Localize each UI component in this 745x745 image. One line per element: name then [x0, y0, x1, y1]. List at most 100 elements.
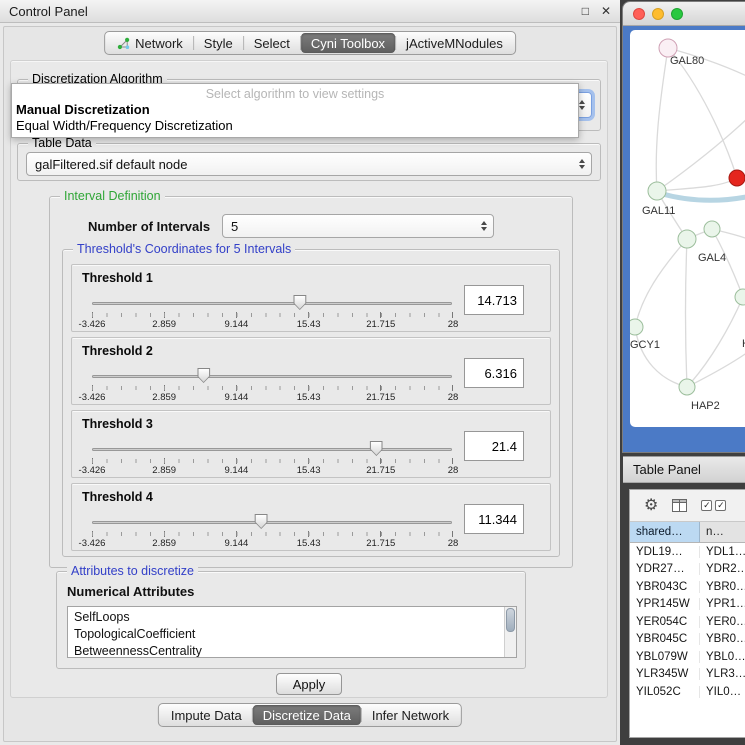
scale-label: 21.715 — [366, 538, 395, 549]
dropdown-options: Manual DiscretizationEqual Width/Frequen… — [12, 102, 578, 134]
top-tab-bar: Network StyleSelectCyni ToolboxjActiveMNo… — [104, 31, 516, 55]
network-node[interactable] — [648, 182, 666, 200]
table-data-select[interactable]: galFiltered.sif default node — [26, 152, 592, 176]
threshold-value-field[interactable]: 21.4 — [464, 431, 524, 461]
threshold-slider[interactable] — [92, 441, 452, 457]
tab-impute-data[interactable]: Impute Data — [161, 705, 252, 725]
slider-thumb[interactable] — [255, 514, 268, 529]
slider-minor-ticks — [92, 386, 453, 390]
table-row[interactable]: YLR345W YLR3… — [630, 666, 745, 684]
column-header-name[interactable]: n… — [700, 522, 745, 542]
threshold-slider[interactable] — [92, 368, 452, 384]
threshold-value-field[interactable]: 6.316 — [464, 358, 524, 388]
slider-thumb[interactable] — [197, 368, 210, 383]
slider-thumb[interactable] — [370, 441, 383, 456]
scale-label: 9.144 — [225, 538, 249, 549]
threshold-row: Threshold 1 -3.4262.8599.14415.4321.7152… — [71, 264, 551, 332]
select-columns-icon[interactable]: ✓ ✓ — [701, 500, 726, 511]
attribute-item[interactable]: BetweennessCentrality — [74, 643, 516, 658]
network-node[interactable] — [678, 230, 696, 248]
network-node-label: GAL80 — [670, 55, 704, 67]
scale-label: 2.859 — [152, 465, 176, 476]
list-scrollbar[interactable] — [504, 607, 516, 657]
threshold-label: Threshold 3 — [82, 417, 153, 431]
attribute-item[interactable]: TopologicalCoefficient — [74, 626, 516, 643]
dropdown-option[interactable]: Manual Discretization — [12, 102, 578, 118]
table-row[interactable]: YBR043C YBR0… — [630, 578, 745, 596]
scale-label: 15.43 — [297, 538, 321, 549]
network-node[interactable] — [704, 221, 720, 237]
tab-infer-network[interactable]: Infer Network — [362, 705, 459, 725]
checkbox-icon: ✓ — [715, 500, 726, 511]
slider-track[interactable] — [92, 448, 452, 451]
table-row[interactable]: YIL052C YIL0… — [630, 683, 745, 701]
network-node[interactable] — [735, 289, 745, 305]
network-node[interactable] — [630, 319, 643, 335]
close-traffic-light-icon[interactable] — [633, 8, 645, 20]
scale-label: 2.859 — [152, 538, 176, 549]
minimize-traffic-light-icon[interactable] — [652, 8, 664, 20]
attribute-items: SelfLoopsTopologicalCoefficientBetweenne… — [68, 607, 516, 658]
cell-name: YER0… — [700, 616, 745, 628]
columns-icon[interactable] — [672, 499, 687, 512]
network-node-label: GAL11 — [642, 205, 675, 217]
network-window-titlebar — [623, 2, 745, 26]
tab-label: Network — [135, 36, 183, 51]
network-canvas[interactable]: GAL80GAL11GAL4GCY1HAP2H — [630, 30, 745, 427]
threshold-row: Threshold 4 -3.4262.8599.14415.4321.7152… — [71, 483, 551, 551]
tab-jactivemnodules[interactable]: jActiveMNodules — [396, 33, 513, 53]
table-row[interactable]: YDL19… YDL1… — [630, 543, 745, 561]
threshold-slider[interactable] — [92, 514, 452, 530]
number-of-intervals-spinner[interactable]: 5 — [222, 214, 494, 238]
cell-shared-name: YBL079W — [630, 651, 700, 663]
zoom-traffic-light-icon[interactable] — [671, 8, 683, 20]
slider-scale: -3.4262.8599.14415.4321.71528 — [92, 392, 453, 403]
table-row[interactable]: YDR27… YDR2… — [630, 561, 745, 579]
threshold-value-field[interactable]: 11.344 — [464, 504, 524, 534]
table-panel-title: Table Panel — [633, 462, 701, 477]
threshold-value-field[interactable]: 14.713 — [464, 285, 524, 315]
attributes-list[interactable]: SelfLoopsTopologicalCoefficientBetweenne… — [67, 606, 517, 658]
tab-discretize-data[interactable]: Discretize Data — [253, 705, 361, 725]
network-node[interactable] — [679, 379, 695, 395]
scale-label: 2.859 — [152, 392, 176, 403]
column-header-shared-name[interactable]: shared… — [630, 522, 700, 542]
cell-shared-name: YDL19… — [630, 546, 700, 558]
close-icon[interactable]: ✕ — [601, 5, 611, 17]
tab-style[interactable]: Style — [194, 33, 243, 53]
float-window-icon[interactable]: □ — [582, 5, 589, 17]
control-panel-titlebar: Control Panel □ ✕ — [0, 0, 620, 23]
slider-track[interactable] — [92, 521, 452, 524]
scale-label: 21.715 — [366, 465, 395, 476]
network-node[interactable] — [729, 170, 745, 186]
scrollbar-thumb[interactable] — [506, 608, 515, 632]
apply-button[interactable]: Apply — [276, 673, 342, 695]
dropdown-option[interactable]: Equal Width/Frequency Discretization — [12, 118, 578, 134]
scale-label: 9.144 — [225, 392, 249, 403]
tab-cyni-toolbox[interactable]: Cyni Toolbox — [301, 33, 395, 53]
table-row[interactable]: YPR145W YPR1… — [630, 596, 745, 614]
threshold-slider[interactable] — [92, 295, 452, 311]
threshold-label: Threshold 2 — [82, 344, 153, 358]
table-panel-header: Table Panel — [623, 456, 745, 483]
table-row[interactable]: YER054C YER0… — [630, 613, 745, 631]
slider-track[interactable] — [92, 375, 452, 378]
table-row[interactable]: YBL079W YBL0… — [630, 648, 745, 666]
slider-thumb[interactable] — [293, 295, 306, 310]
gear-icon[interactable]: ⚙ — [644, 498, 658, 514]
tab-network[interactable]: Network — [107, 33, 193, 53]
window-title: Control Panel — [9, 4, 88, 19]
table-row[interactable]: YBR045C YBR0… — [630, 631, 745, 649]
cell-name: YBL0… — [700, 651, 745, 663]
scale-label: 28 — [448, 465, 459, 476]
attribute-item[interactable]: SelfLoops — [74, 609, 516, 626]
scale-label: 2.859 — [152, 319, 176, 330]
scale-label: 9.144 — [225, 319, 249, 330]
cell-shared-name: YBR045C — [630, 633, 700, 645]
threshold-row: Threshold 3 -3.4262.8599.14415.4321.7152… — [71, 410, 551, 478]
slider-track[interactable] — [92, 302, 452, 305]
tab-select[interactable]: Select — [244, 33, 300, 53]
bottom-tab-bar: Impute DataDiscretize DataInfer Network — [158, 703, 462, 727]
table-toolbar: ⚙ ✓ ✓ — [630, 490, 745, 522]
scale-label: 9.144 — [225, 465, 249, 476]
